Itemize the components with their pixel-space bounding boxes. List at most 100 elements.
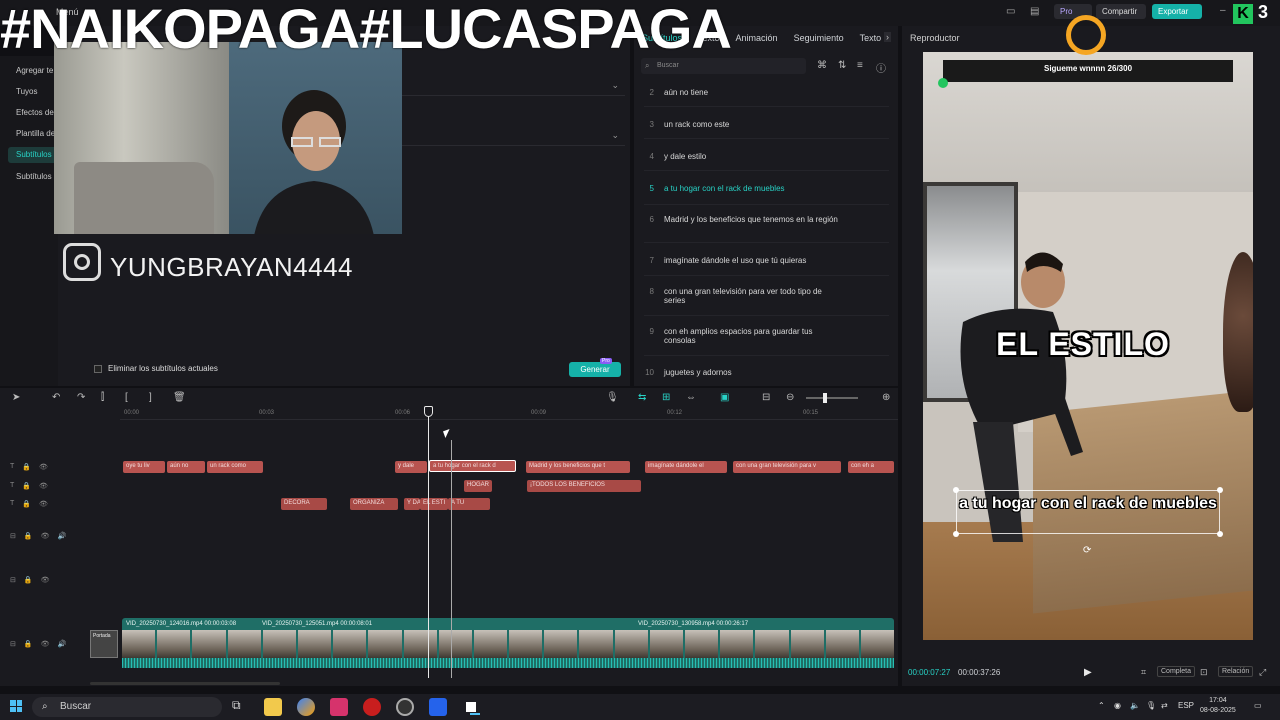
sort-icon[interactable]: ⇅ — [838, 60, 846, 71]
link-icon[interactable]: ⊞ — [662, 392, 670, 403]
track-controls[interactable]: ⊟ 🔒 👁 🔊 — [10, 640, 66, 648]
track-controls[interactable]: T 🔒 👁 — [10, 463, 48, 471]
eye-icon[interactable]: 👁 — [41, 640, 50, 648]
rotate-icon[interactable]: ⟳ — [1083, 545, 1091, 556]
microphone-icon[interactable]: 🎙 — [606, 392, 619, 403]
magnet-icon[interactable]: ⇆ — [638, 392, 646, 403]
paint-icon[interactable] — [429, 698, 447, 716]
help-icon[interactable]: ⓘ — [876, 60, 886, 75]
task-view-icon[interactable]: ⧉ — [232, 698, 250, 716]
ratio-select[interactable]: Relación — [1218, 666, 1254, 677]
export-button[interactable]: Exportar — [1152, 4, 1202, 19]
sidebar-item-agregar[interactable]: Agregar te — [8, 63, 58, 79]
windows-start-icon[interactable] — [10, 700, 22, 712]
resize-handle[interactable] — [953, 487, 959, 493]
layout-icon[interactable]: ▭ — [1006, 6, 1015, 17]
caption-clip[interactable]: ORGANIZA — [350, 498, 398, 510]
redo-icon[interactable]: ↷ — [77, 392, 85, 403]
track-controls[interactable]: ⊟ 🔒 👁 — [10, 576, 49, 584]
sidebar-item-efectos[interactable]: Efectos de — [8, 105, 58, 121]
network-icon[interactable]: ⇄ — [1161, 701, 1168, 710]
tab-seguimiento[interactable]: Seguimiento — [794, 33, 844, 43]
capcut-icon[interactable] — [462, 698, 480, 716]
trim-right-icon[interactable]: ] — [149, 392, 152, 403]
snap-icon[interactable]: ⇔ — [686, 392, 696, 403]
tab-animacion[interactable]: Animación — [736, 33, 778, 43]
subtitle-line-active[interactable]: 5 a tu hogar con el rack de muebles — [644, 184, 844, 193]
lock-icon[interactable]: 🔒 — [22, 482, 31, 490]
opera-icon[interactable] — [363, 698, 381, 716]
caption-clip[interactable]: oye tu liv — [123, 461, 165, 473]
replace-icon[interactable]: ⌘ — [817, 60, 827, 71]
caption-clip[interactable]: y dale — [395, 461, 427, 473]
eye-icon[interactable]: 👁 — [39, 482, 48, 490]
quality-select[interactable]: Completa — [1157, 666, 1195, 677]
split-icon[interactable]: ⫿ — [101, 392, 104, 403]
taskbar-clock[interactable]: 17:04 08-08-2025 — [1200, 696, 1236, 716]
file-explorer-icon[interactable] — [264, 698, 282, 716]
subtitle-line[interactable]: 6 Madrid y los beneficios que tenemos en … — [644, 215, 844, 224]
lock-icon[interactable]: 🔒 — [24, 640, 33, 648]
tab-texto-2[interactable]: Texto — [860, 33, 882, 43]
undo-icon[interactable]: ↶ — [52, 392, 60, 403]
caption-clip-selected[interactable]: a tu hogar con el rack d — [429, 460, 516, 472]
caption-clip[interactable]: ¡TODOS LOS BENEFICIOS — [527, 480, 641, 492]
zoom-in-icon[interactable]: ⊕ — [882, 392, 890, 403]
caption-clip[interactable]: HOGAR — [464, 480, 492, 492]
panel-icon[interactable]: ▤ — [1030, 6, 1039, 17]
lock-icon[interactable]: 🔒 — [24, 532, 33, 540]
minimize-icon[interactable]: – — [1220, 5, 1226, 16]
timeline-scrollbar[interactable] — [90, 682, 280, 685]
eye-icon[interactable]: 👁 — [39, 463, 48, 471]
fit-icon[interactable]: ⊡ — [1200, 667, 1208, 678]
copilot-icon[interactable] — [297, 698, 315, 716]
tabs-more-icon[interactable]: › — [884, 32, 891, 42]
caption-clip[interactable]: con una gran televisión para v — [733, 461, 841, 473]
eye-icon[interactable]: 👁 — [41, 576, 50, 584]
sidebar-item-tuyos[interactable]: Tuyos — [8, 84, 58, 100]
audio-icon[interactable]: 🔊 — [57, 640, 66, 648]
notifications-icon[interactable]: ▭ — [1254, 701, 1262, 710]
subtitle-line[interactable]: 9 con eh amplios espacios para guardar tu… — [644, 327, 844, 345]
eye-icon[interactable]: 👁 — [41, 532, 50, 540]
zoom-slider[interactable] — [806, 393, 858, 403]
mic-icon[interactable]: 🎙 — [1146, 701, 1156, 710]
volume-icon[interactable]: 🔈 — [1130, 701, 1140, 710]
caption-clip[interactable]: aún no — [167, 461, 205, 473]
caption-clip[interactable]: A TU — [448, 498, 490, 510]
caption-clip[interactable]: con eh a — [848, 461, 894, 473]
subtitle-line[interactable]: 4 y dale estilo — [644, 152, 844, 161]
subtitle-line[interactable]: 2 aún no tiene — [644, 88, 844, 97]
sidebar-item-subtitulos-2[interactable]: Subtítulos — [8, 169, 58, 185]
track-controls[interactable]: T 🔒 👁 — [10, 500, 48, 508]
caption-clip[interactable]: imagínate dándole el — [645, 461, 727, 473]
checkbox[interactable] — [94, 364, 102, 373]
playhead-handle[interactable] — [424, 406, 433, 417]
delete-subtitles-option[interactable]: Eliminar los subtítulos actuales — [94, 364, 218, 373]
obs-icon[interactable] — [396, 698, 414, 716]
subtitle-line[interactable]: 8 con una gran televisión para ver todo t… — [644, 287, 844, 305]
crop-icon[interactable]: ⌗ — [1141, 667, 1146, 678]
app-icon[interactable] — [330, 698, 348, 716]
lock-icon[interactable]: 🔒 — [22, 463, 31, 471]
caption-clip[interactable]: Madrid y los beneficios que t — [526, 461, 630, 473]
subtitle-line[interactable]: 3 un rack como este — [644, 120, 844, 129]
style-dropdown[interactable]: ⌄ — [400, 128, 625, 146]
caption-clip[interactable]: DECORA — [281, 498, 327, 510]
video-overlay-text[interactable]: EL ESTILO — [923, 326, 1243, 363]
sidebar-item-subtitulos[interactable]: Subtítulos — [8, 147, 58, 163]
lock-icon[interactable]: 🔒 — [22, 500, 31, 508]
trim-left-icon[interactable]: [ — [125, 392, 128, 403]
time-ruler[interactable] — [120, 408, 898, 420]
subtitle-track-icon[interactable]: ⊟ — [762, 392, 770, 403]
track-controls[interactable]: T 🔒 👁 — [10, 482, 48, 490]
language-indicator[interactable]: ESP — [1178, 701, 1194, 710]
generate-button[interactable]: Generar — [569, 362, 621, 377]
subtitle-line[interactable]: 10 juguetes y adornos — [644, 368, 844, 377]
zoom-out-icon[interactable]: ⊖ — [786, 392, 794, 403]
filter-icon[interactable]: ≡ — [857, 60, 863, 71]
language-dropdown[interactable]: ⌄ — [400, 78, 625, 96]
playhead[interactable] — [428, 410, 429, 678]
share-button[interactable]: Compartir — [1096, 4, 1146, 19]
select-tool-icon[interactable]: ➤ — [12, 392, 20, 403]
